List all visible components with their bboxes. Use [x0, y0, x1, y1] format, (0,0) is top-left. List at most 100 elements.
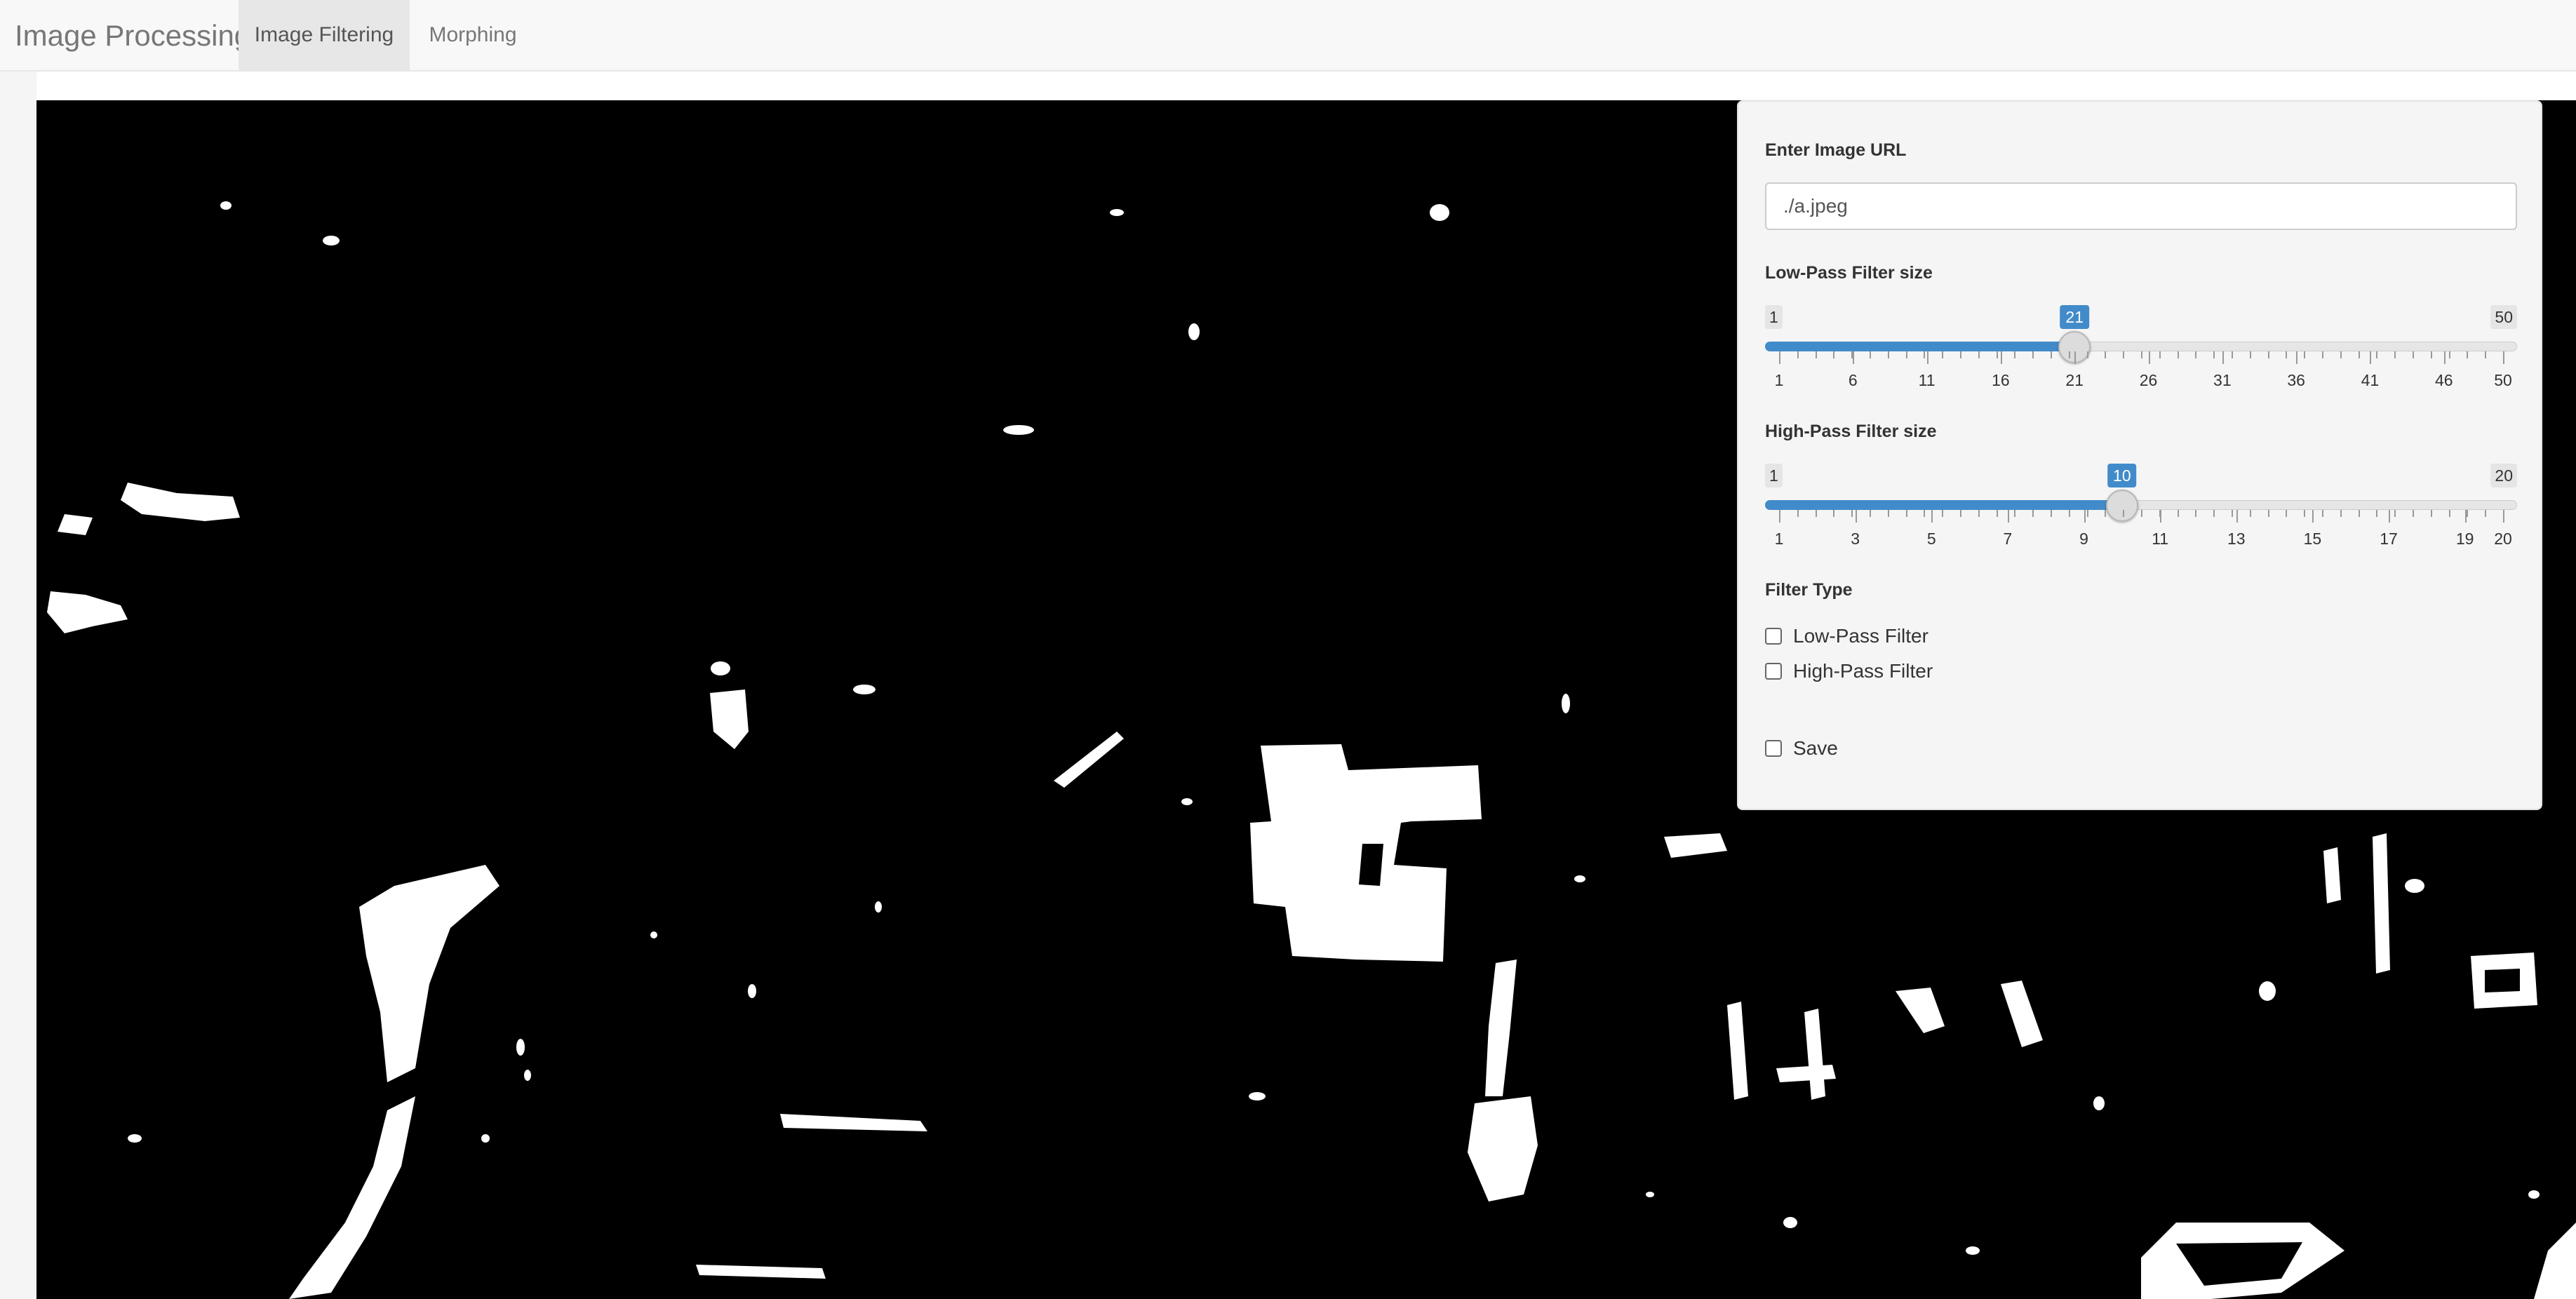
slider-minor-tick: [2232, 351, 2233, 358]
slider-major-tick: [1931, 510, 1933, 523]
slider-minor-tick: [2267, 351, 2269, 358]
slider-tick-label: 20: [2494, 530, 2512, 548]
slider-minor-tick: [2195, 351, 2197, 358]
slider-minor-tick: [2430, 510, 2432, 517]
slider-fill: [1765, 342, 2075, 351]
slider-tick-label: 41: [2361, 371, 2380, 389]
slider-tick-label: 50: [2494, 371, 2512, 389]
slider-minor-tick: [1905, 510, 1907, 517]
low-pass-size-label: Low-Pass Filter size: [1765, 263, 1933, 283]
slider-minor-tick: [2304, 510, 2306, 517]
slider-minor-tick: [2051, 351, 2052, 358]
slider-tick-label: 21: [2065, 371, 2084, 389]
slider-major-tick: [2503, 351, 2504, 364]
image-url-input[interactable]: [1765, 182, 2517, 230]
slider-minor-tick: [2430, 351, 2432, 358]
slider-minor-tick: [1942, 351, 1944, 358]
app-brand[interactable]: Image Processing: [15, 20, 250, 52]
slider-minor-tick: [2177, 351, 2179, 358]
slider-minor-tick: [2286, 351, 2288, 358]
slider-minor-tick: [2467, 351, 2469, 358]
slider-tick-label: 15: [2303, 530, 2322, 548]
left-gutter: [0, 72, 36, 1299]
slider-major-tick: [1926, 351, 1928, 364]
slider-minor-tick: [1924, 510, 1926, 517]
slider-minor-tick: [1870, 510, 1871, 517]
slider-minor-tick: [1996, 510, 1998, 517]
slider-minor-tick: [1924, 351, 1926, 358]
save-checkbox[interactable]: Save: [1765, 736, 1838, 761]
slider-tick-label: 17: [2380, 530, 2398, 548]
slider-ticks: 1 6 11 16 21 26 31 36 41 46 50: [1765, 351, 2517, 389]
slider-minor-tick: [2413, 351, 2414, 358]
high-pass-size-label: High-Pass Filter size: [1765, 422, 1937, 441]
slider-minor-tick: [2376, 351, 2378, 358]
slider-major-tick: [2312, 510, 2314, 523]
slider-minor-tick: [2105, 351, 2107, 358]
tab-image-filtering[interactable]: Image Filtering: [239, 0, 410, 70]
slider-minor-tick: [2485, 510, 2487, 517]
slider-minor-tick: [1833, 510, 1835, 517]
slider-tick-label: 46: [2434, 371, 2453, 389]
slider-minor-tick: [2086, 351, 2088, 358]
slider-minor-tick: [2032, 510, 2034, 517]
slider-minor-tick: [2322, 510, 2323, 517]
slider-minor-tick: [2213, 510, 2215, 517]
slider-tick-label: 26: [2139, 371, 2158, 389]
slider-major-tick: [2074, 351, 2077, 364]
slider-major-tick: [1779, 351, 1780, 364]
slider-minor-tick: [2448, 351, 2450, 358]
slider-minor-tick: [2267, 510, 2269, 517]
slider-minor-tick: [2177, 510, 2179, 517]
filter-type-label: Filter Type: [1765, 580, 1853, 600]
slider-tick-label: 5: [1926, 530, 1936, 548]
slider-tick-label: 36: [2287, 371, 2305, 389]
slider-minor-tick: [2195, 510, 2197, 517]
slider-minor-tick: [1996, 351, 1998, 358]
slider-major-tick: [2503, 510, 2504, 523]
tab-morphing[interactable]: Morphing: [410, 0, 536, 70]
high-pass-size-slider[interactable]: 1 20 10 1 3 5 7 9 11 13 15 17 19 20: [1765, 464, 2517, 569]
slider-minor-tick: [2358, 510, 2360, 517]
slider-fill: [1765, 500, 2122, 510]
slider-minor-tick: [2105, 510, 2107, 517]
slider-minor-tick: [2123, 351, 2125, 358]
checkbox-box[interactable]: [1765, 663, 1782, 680]
slider-minor-tick: [1978, 351, 1980, 358]
slider-major-tick: [2007, 510, 2009, 523]
slider-max-label: 50: [2490, 305, 2517, 329]
slider-minor-tick: [1887, 510, 1889, 517]
slider-ticks: 1 3 5 7 9 11 13 15 17 19 20: [1765, 510, 2517, 548]
slider-min-label: 1: [1765, 464, 1783, 487]
slider-minor-tick: [2249, 351, 2251, 358]
low-pass-filter-checkbox[interactable]: Low-Pass Filter: [1765, 624, 1928, 649]
slider-minor-tick: [1833, 351, 1835, 358]
checkbox-label: Save: [1793, 737, 1838, 759]
low-pass-size-slider[interactable]: 1 50 21 1 6 11 16 21 26 31 36 41 46 50: [1765, 305, 2517, 410]
slider-tick-label: 13: [2227, 530, 2246, 548]
slider-minor-tick: [2123, 510, 2125, 517]
slider-tick-label: 1: [1774, 530, 1784, 548]
slider-minor-tick: [2086, 510, 2088, 517]
slider-minor-tick: [2014, 351, 2016, 358]
slider-minor-tick: [2394, 351, 2396, 358]
checkbox-box[interactable]: [1765, 740, 1782, 757]
url-label: Enter Image URL: [1765, 140, 1907, 160]
slider-tick-label: 11: [2152, 530, 2169, 548]
high-pass-filter-checkbox[interactable]: High-Pass Filter: [1765, 659, 1933, 684]
slider-major-tick: [2222, 351, 2224, 364]
slider-minor-tick: [1797, 510, 1799, 517]
slider-minor-tick: [1905, 351, 1907, 358]
slider-value-label: 10: [2107, 464, 2137, 487]
slider-minor-tick: [2232, 510, 2233, 517]
slider-minor-tick: [2467, 510, 2469, 517]
slider-minor-tick: [2014, 510, 2016, 517]
slider-value-label: 21: [2060, 305, 2090, 329]
navbar: Image Processing Image Filtering Morphin…: [0, 0, 2576, 72]
slider-tick-label: 1: [1774, 371, 1784, 389]
checkbox-box[interactable]: [1765, 628, 1782, 645]
slider-minor-tick: [2413, 510, 2414, 517]
slider-minor-tick: [2358, 351, 2360, 358]
slider-major-tick: [2000, 351, 2002, 364]
slider-minor-tick: [2051, 510, 2052, 517]
